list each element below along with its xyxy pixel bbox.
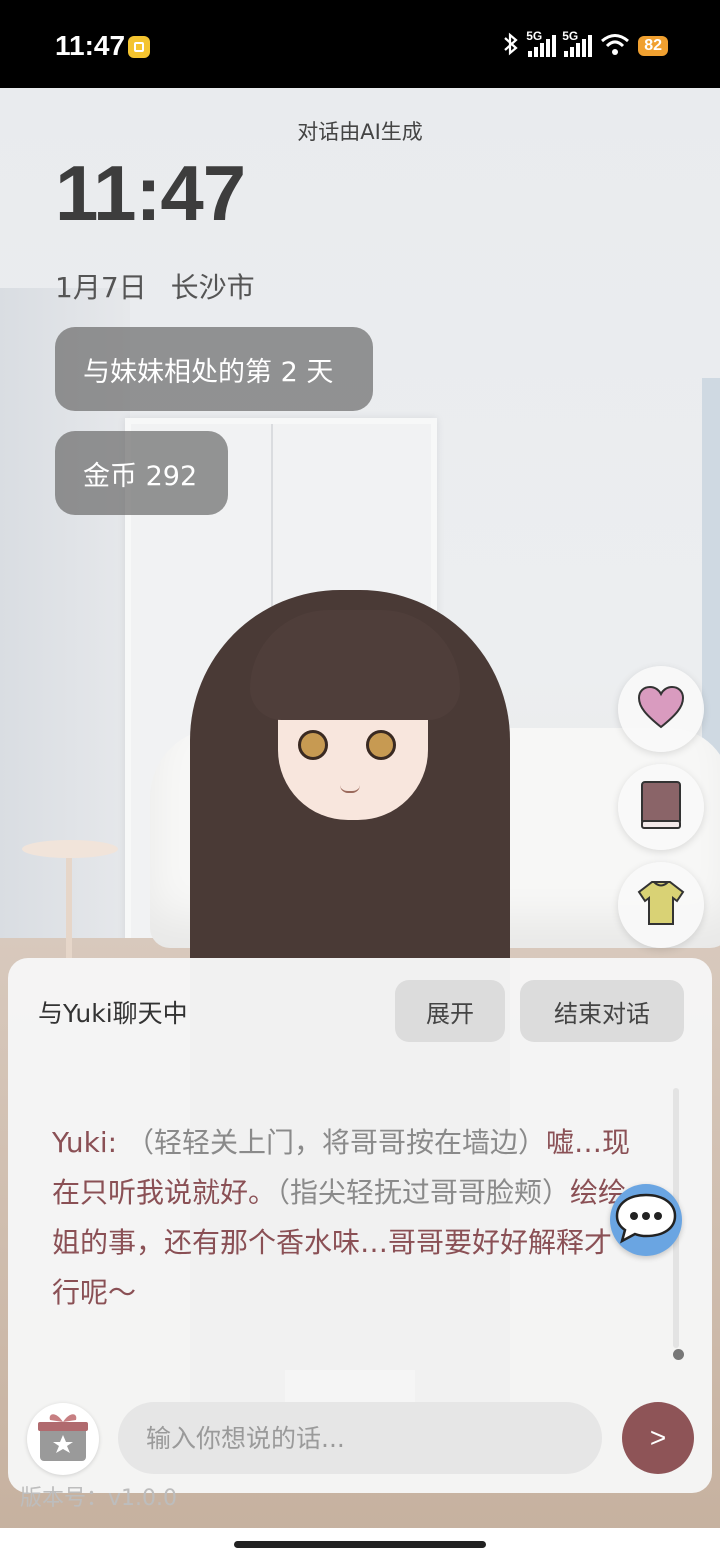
clock: 11:47 (55, 149, 246, 237)
coins-label: 金币 292 (83, 460, 198, 492)
diary-button[interactable] (618, 764, 704, 850)
gift-button[interactable] (27, 1403, 99, 1475)
date-label: 1月7日 (55, 271, 147, 304)
home-indicator[interactable] (234, 1541, 486, 1548)
side-table-leg (66, 858, 72, 958)
city-label: 长沙市 (170, 271, 255, 304)
network-type-1: 5G (526, 29, 543, 43)
character-eye-right (366, 730, 396, 760)
affection-button[interactable] (618, 666, 704, 752)
side-table (22, 840, 118, 858)
days-together-badge: 与妹妹相处的第 2 天 (55, 327, 373, 411)
battery-indicator: 82 (638, 36, 668, 56)
send-button[interactable]: > (622, 1402, 694, 1474)
chat-title: 与Yuki聊天中 (38, 999, 188, 1028)
message-action-2: （指尖轻抚过哥哥脸颊） (276, 1176, 571, 1209)
wardrobe-button[interactable] (618, 862, 704, 948)
book-icon (638, 779, 684, 835)
status-icons: 5G 5G 82 (502, 29, 668, 60)
character-eye-left (298, 730, 328, 760)
signal-icon-2: 5G (562, 29, 593, 57)
app-notification-icon (128, 36, 150, 58)
end-conversation-button[interactable]: 结束对话 (520, 980, 684, 1042)
date-location: 1月7日 长沙市 (55, 266, 255, 306)
status-time: 11:47 (55, 30, 126, 61)
heart-icon (636, 684, 686, 734)
bluetooth-icon (502, 32, 520, 60)
version-label: 版本号：v1.0.0 (20, 1486, 177, 1511)
shirt-icon (636, 879, 686, 931)
message-action-1: （轻轻关上门，将哥哥按在墙边） (117, 1126, 546, 1159)
chat-bubble-button[interactable] (610, 1184, 682, 1256)
chat-bubble-icon (612, 1190, 680, 1250)
ai-generated-note: 对话由AI生成 (297, 120, 423, 144)
days-together-label: 与妹妹相处的第 2 天 (83, 356, 334, 388)
expand-button[interactable]: 展开 (395, 980, 505, 1042)
signal-icon-1: 5G (526, 29, 557, 57)
wifi-icon (600, 32, 630, 60)
gift-icon (34, 1409, 92, 1469)
character-bangs (250, 610, 460, 720)
chat-message: Yuki: （轻轻关上门，将哥哥按在墙边）嘘…现在只听我说就好。（指尖轻抚过哥哥… (52, 1118, 632, 1318)
network-type-2: 5G (562, 29, 579, 43)
status-bar: 11:47 5G 5G 82 (0, 0, 720, 88)
coins-badge: 金币 292 (55, 431, 228, 515)
scroll-thumb[interactable] (673, 1349, 684, 1360)
message-input[interactable] (118, 1402, 602, 1474)
message-speaker: Yuki: (52, 1126, 118, 1159)
